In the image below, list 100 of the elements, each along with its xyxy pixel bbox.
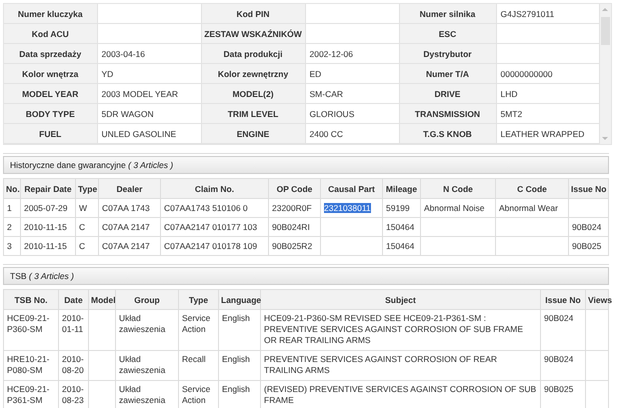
table-cell: 150464 [382, 236, 420, 256]
table-cell [586, 310, 608, 351]
field-value: 5DR WAGON [97, 104, 201, 124]
table-cell: Układ zawieszenia [116, 350, 178, 381]
table-cell [320, 236, 382, 256]
table-cell: 23200R0F [268, 198, 320, 218]
field-label: Numer T/A [399, 64, 496, 84]
table-cell: C07AA 2147 [98, 236, 160, 256]
field-value: G4JS2791011 [496, 4, 599, 24]
field-label: ENGINE [201, 124, 305, 144]
column-header: N Code [420, 178, 496, 198]
field-label: Numer kluczyka [4, 4, 97, 24]
field-value: 5MT2 [496, 104, 599, 124]
column-header: Causal Part [320, 178, 382, 198]
section-title: TSB [10, 271, 27, 281]
table-cell: HCE09-21-P361-SM [4, 380, 58, 408]
table-cell: C07AA 2147 [98, 218, 160, 236]
column-header: Model [88, 290, 116, 310]
table-cell: C07AA2147 010178 109 [160, 236, 268, 256]
table-cell: HCE09-21-P360-SM [4, 310, 58, 351]
table-cell: Abnormal Noise [420, 198, 496, 218]
table-cell: C07AA1743 510106 0 [160, 198, 268, 218]
table-cell: 150464 [382, 218, 420, 236]
table-cell: W [76, 198, 98, 218]
field-value: LEATHER WRAPPED [496, 124, 599, 144]
column-header: Group [116, 290, 178, 310]
table-cell: C [76, 218, 98, 236]
column-header: Subject [260, 290, 540, 310]
table-cell: 1 [4, 198, 20, 218]
table-cell: 2010-01-11 [58, 310, 88, 351]
table-cell: 90B025R2 [268, 236, 320, 256]
column-header: Dealer [98, 178, 160, 198]
table-cell [88, 350, 116, 381]
table-cell [88, 310, 116, 351]
table-cell: C07AA 1743 [98, 198, 160, 218]
table-cell: 2 [4, 218, 20, 236]
table-cell: 90B024 [540, 310, 586, 351]
field-value: GLORIOUS [305, 104, 399, 124]
table-cell: C [76, 236, 98, 256]
field-label: DRIVE [399, 84, 496, 104]
field-label: Dystrybutor [399, 44, 496, 64]
column-header: TSB No. [4, 290, 58, 310]
field-label: ESC [399, 24, 496, 44]
table-cell: Service Action [178, 310, 218, 351]
field-label: Kolor zewnętrzny [201, 64, 305, 84]
table-cell: 90B025 [568, 236, 608, 256]
field-label: Data sprzedaży [4, 44, 97, 64]
table-cell [568, 198, 608, 218]
section-title: Historyczne dane gwarancyjne [10, 160, 126, 170]
scroll-thumb[interactable] [600, 17, 610, 45]
field-value: LHD [496, 84, 599, 104]
field-label: Kolor wnętrza [4, 64, 97, 84]
column-header: Language [218, 290, 260, 310]
table-cell: 90B024 [540, 350, 586, 381]
column-header: Issue No [540, 290, 586, 310]
column-header: Mileage [382, 178, 420, 198]
table-cell: 90B024 [568, 218, 608, 236]
field-label: MODEL(2) [201, 84, 305, 104]
table-cell: 2321038011 [320, 198, 382, 218]
field-label: TRIM LEVEL [201, 104, 305, 124]
article-count: ( 3 Articles ) [28, 271, 74, 281]
column-header: C Code [496, 178, 568, 198]
table-cell: 59199 [382, 198, 420, 218]
field-value: 2400 CC [305, 124, 399, 144]
field-label: Data produkcji [201, 44, 305, 64]
table-cell: Układ zawieszenia [116, 310, 178, 351]
field-value: 2003 MODEL YEAR [97, 84, 201, 104]
column-header: Repair Date [20, 178, 76, 198]
field-value: ED [305, 64, 399, 84]
column-header: No. [4, 178, 20, 198]
field-value: YD [97, 64, 201, 84]
field-label: Kod PIN [201, 4, 305, 24]
table-cell: English [218, 350, 260, 381]
table-cell: 90B024RI [268, 218, 320, 236]
field-label: Kod ACU [4, 24, 97, 44]
column-header: OP Code [268, 178, 320, 198]
field-label: TRANSMISSION [399, 104, 496, 124]
table-cell: 2010-11-15 [20, 236, 76, 256]
field-label: MODEL YEAR [4, 84, 97, 104]
field-value: SM-CAR [305, 84, 399, 104]
table-cell: PREVENTIVE SERVICES AGAINST CORROSION OF REAR TRAILING ARMS [260, 350, 540, 381]
column-header: Issue No [568, 178, 608, 198]
table-cell: 2010-08-20 [58, 350, 88, 381]
field-label: BODY TYPE [4, 104, 97, 124]
table-cell: English [218, 310, 260, 351]
field-label: ZESTAW WSKAŹNIKÓW [201, 24, 305, 44]
table-cell: HCE09-21-P360-SM REVISED SEE HCE09-21-P361-SM : PREVENTIVE SERVICES AGAINST CORROSION OF SUB FRAME OR REAR TRAILING ARMS [260, 310, 540, 351]
table-cell: 3 [4, 236, 20, 256]
field-label: FUEL [4, 124, 97, 144]
field-value: 2003-04-16 [97, 44, 201, 64]
table-cell: 2010-11-15 [20, 218, 76, 236]
column-header: Type [178, 290, 218, 310]
table-cell: Recall [178, 350, 218, 381]
table-cell [320, 218, 382, 236]
table-cell: Abnormal Wear [496, 198, 568, 218]
scrollbar[interactable] [600, 4, 611, 144]
field-value: 00000000000 [496, 64, 599, 84]
field-value: UNLED GASOLINE [97, 124, 201, 144]
table-cell: HRE10-21-P080-SM [4, 350, 58, 381]
column-header: Claim No. [160, 178, 268, 198]
